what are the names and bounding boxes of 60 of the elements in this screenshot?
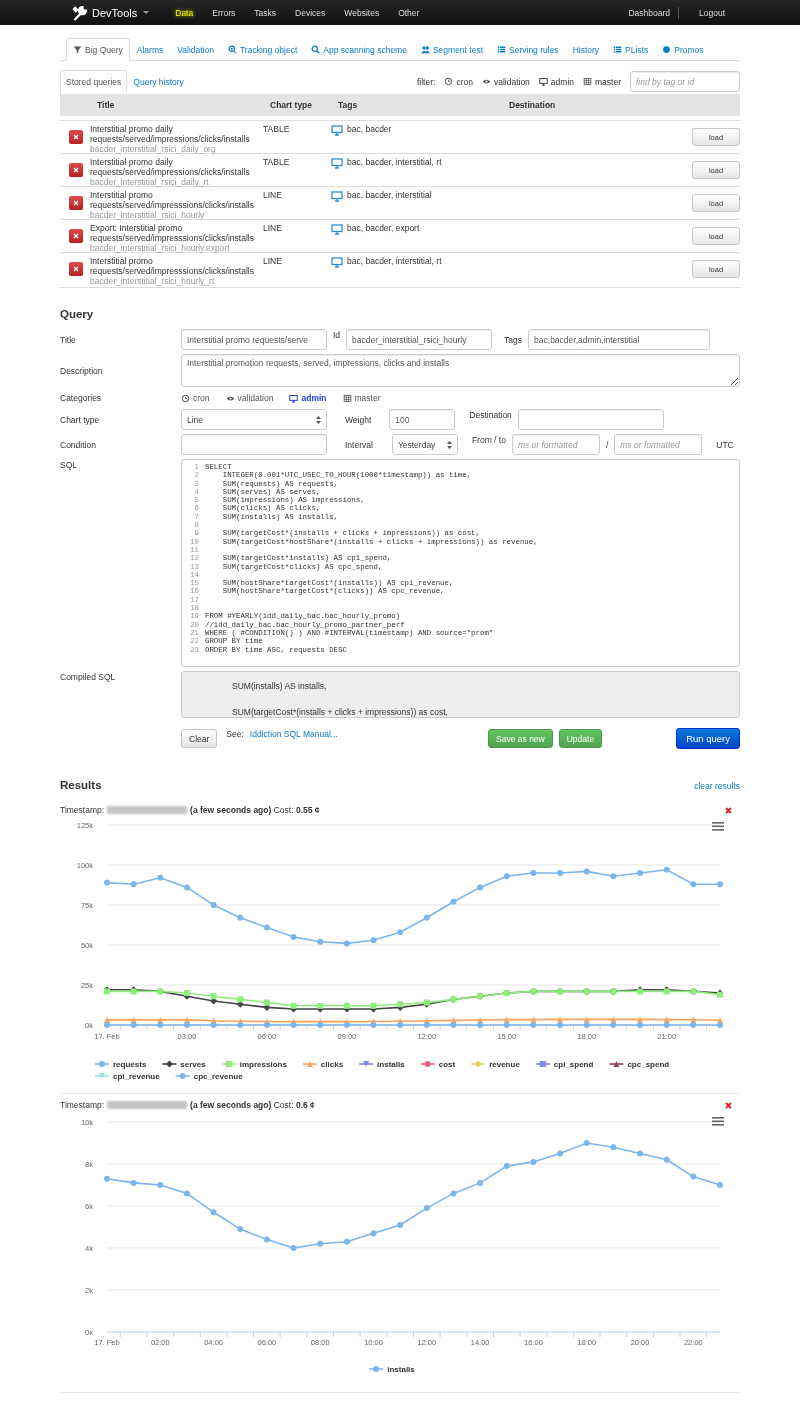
result-summary: (a few seconds ago) Cost: 0.55 ¢ [190,805,320,815]
section-heading: Query [60,308,95,322]
see-label: See: [226,729,244,739]
legend-label: revenue [489,1060,521,1069]
field-label: Chart type [60,414,101,425]
field-label: SQL [60,460,78,470]
field-label: Destination [469,410,512,420]
filter-label: filter: [416,76,436,87]
field-label: Condition [60,439,97,450]
query-title: Interstitial promo daily requests/served/impressions/clicks/installs [90,157,251,177]
query-title: Interstitial promo requests/served/impresssions/clicks/installs [90,256,255,276]
query-id: bacder_interstitial_rsici_hourly.export [90,243,231,253]
legend-label: installs [377,1060,406,1069]
field-label: Interval [345,439,373,450]
legend-label: cost [438,1060,456,1069]
section-heading: Results [60,779,102,791]
query-title: Export: Interstitial promo requests/served/impresssions/clicks/installs [90,223,255,243]
field-label: Title [60,334,77,345]
legend-label: installs [387,1365,416,1374]
legend-label: requests [113,1060,147,1069]
table-cell-text: LINE [263,256,283,268]
timestamp-label: Timestamp: [60,1100,105,1110]
legend-label: serves [180,1060,207,1069]
table-cell: bac, bacder, interstitial, rt [347,256,442,266]
table-cell: bac, bacder [347,124,392,134]
column-header: Tags [337,100,359,110]
legend-label: cpc_revenue [193,1072,244,1081]
legend-label: impressions [239,1060,288,1069]
legend-label: cpi_revenue [113,1072,161,1081]
column-header: Destination [508,100,557,110]
field-label: UTC [716,439,734,450]
field-label: Compiled SQL [60,672,117,682]
range-separator: / [605,439,609,450]
table-cell-text: LINE [263,190,283,202]
legend-label: clicks [320,1060,344,1069]
field-label: Tags [504,334,523,345]
field-label: Id [333,330,341,340]
column-header: Title [96,100,116,110]
legend-label: cpi_spend [553,1060,594,1069]
table-cell: bac, bacder, export [347,223,420,233]
query-title: Interstitial promo requests/served/impresssions/clicks/installs [90,190,255,210]
timestamp-label: Timestamp: [60,805,105,815]
table-cell: bac, bacder, interstitial, rt [347,157,442,167]
result-summary: (a few seconds ago) Cost: 0.6 ¢ [190,1100,315,1110]
table-cell: bac, bacder, interstitial [347,190,432,200]
query-id: bacder_interstitial_rsici_daily_rt [90,177,210,187]
query-id: bacder_interstitial_rsici_hourly_rt [90,276,216,286]
table-cell-text: TABLE [263,124,291,136]
column-header: Chart type [269,100,314,110]
table-cell-text: TABLE [263,157,291,169]
query-id: bacder_interstitial_rsici_daily_org [90,144,217,154]
compiled-sql-field: SUM(installs) AS installs, SUM(targetCost*(installs + clicks + impressions)) as cost, [181,671,740,718]
table-cell-text: LINE [263,223,283,235]
query-title: Interstitial promo daily requests/served/impressions/clicks/installs [90,124,251,144]
field-label: Description [60,365,104,376]
field-label: Categories [60,393,103,403]
field-label: From / to [471,435,506,445]
legend-label: cpc_spend [627,1060,670,1069]
query-id: bacder_interstitial_rsici_hourly [90,210,206,220]
field-label: Weight [345,414,372,425]
